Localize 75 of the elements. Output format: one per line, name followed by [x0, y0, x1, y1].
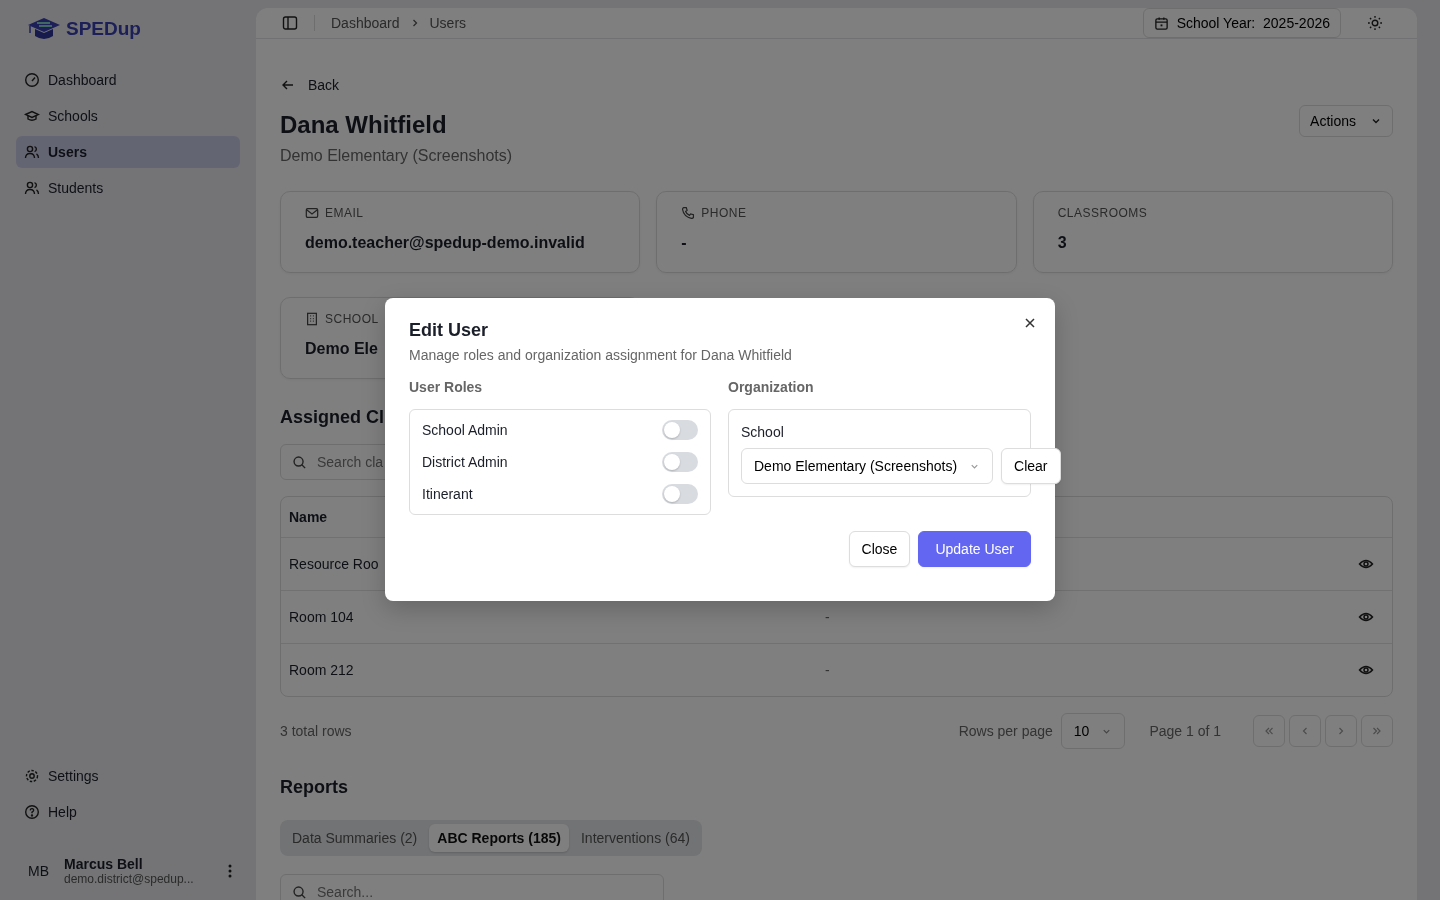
- column-header: Name: [289, 509, 328, 525]
- tab[interactable]: Interventions (64): [572, 824, 698, 852]
- dialog-title: Edit User: [409, 320, 490, 341]
- card-value: 3: [1057, 234, 1067, 252]
- nav-item[interactable]: Schools: [16, 100, 240, 132]
- breadcrumb-link[interactable]: Users: [429, 15, 467, 31]
- mail-icon: [305, 206, 319, 220]
- rows-per-page-select[interactable]: 10: [1060, 713, 1126, 749]
- table-cell: Room 212: [289, 662, 354, 678]
- page-indicator: Page 1 of 1: [1149, 723, 1221, 739]
- rows-per-page-label: Rows per page: [958, 723, 1053, 739]
- nav-item[interactable]: Dashboard: [16, 64, 240, 96]
- logo-text: SPEDup: [66, 18, 141, 40]
- total-rows: 3 total rows: [280, 723, 352, 739]
- search-field[interactable]: Search...: [280, 874, 664, 900]
- card-label: PHONE: [701, 206, 747, 220]
- actions-button[interactable]: Actions: [1299, 105, 1393, 137]
- phone-icon: [681, 206, 696, 220]
- search-icon: [292, 885, 307, 900]
- tab[interactable]: Data Summaries (2): [284, 824, 426, 852]
- dialog-description: Manage roles and organization assignment for Dana Whitfield: [409, 347, 793, 363]
- toggle-switch[interactable]: [662, 484, 698, 504]
- nav-item[interactable]: Users: [16, 136, 240, 168]
- toggle-switch[interactable]: [662, 420, 698, 440]
- field-label: School: [741, 424, 785, 440]
- double-chevron-left-icon: [1263, 725, 1275, 737]
- back-link[interactable]: Back: [280, 77, 340, 93]
- table-cell: -: [825, 609, 830, 625]
- settings-icon: [24, 768, 40, 784]
- page-title: Dana Whitfield: [280, 111, 448, 139]
- table-cell: Resource Roo: [289, 556, 379, 572]
- role-label: School Admin: [422, 422, 508, 438]
- page-subtitle: Demo Elementary (Screenshots): [280, 147, 514, 165]
- card-label: CLASSROOMS: [1057, 206, 1148, 220]
- user-avatar: MB: [28, 863, 50, 879]
- help-icon: [24, 804, 40, 820]
- section-label: Organization: [728, 379, 815, 395]
- card-value: Demo Ele: [305, 340, 378, 358]
- logo-icon: [26, 16, 62, 42]
- search-icon: [292, 455, 307, 470]
- user-email: demo.district@spedup...: [64, 872, 195, 886]
- nav-item[interactable]: Students: [16, 172, 240, 204]
- clear-button[interactable]: Clear: [1001, 448, 1061, 484]
- section-title: Reports: [280, 777, 348, 798]
- role-label: Itinerant: [422, 486, 473, 502]
- user-name: Marcus Bell: [64, 856, 144, 872]
- gauge-icon: [24, 72, 40, 88]
- calendar-icon: [1153, 15, 1169, 31]
- update-user-button[interactable]: Update User: [918, 531, 1031, 567]
- school-year-button[interactable]: School Year: 2025-2026: [1142, 8, 1341, 38]
- toggle-switch[interactable]: [662, 452, 698, 472]
- breadcrumb-link[interactable]: Dashboard: [331, 15, 400, 31]
- close-button[interactable]: Close: [848, 531, 911, 567]
- double-chevron-right-icon: [1371, 725, 1383, 737]
- close-icon[interactable]: [1023, 316, 1037, 330]
- graduation-cap-icon: [24, 108, 40, 124]
- sun-icon[interactable]: [1367, 15, 1383, 31]
- section-title: Assigned Cl: [280, 407, 385, 428]
- tab[interactable]: ABC Reports (185): [429, 824, 569, 852]
- table-cell: Room 104: [289, 609, 354, 625]
- role-label: District Admin: [422, 454, 508, 470]
- sidebar-toggle-icon[interactable]: [282, 15, 298, 31]
- more-icon[interactable]: [228, 864, 232, 878]
- section-label: User Roles: [409, 379, 484, 395]
- building-icon: [305, 312, 319, 326]
- users-icon: [24, 144, 40, 160]
- card-label: SCHOOL: [325, 312, 379, 326]
- school-select[interactable]: Demo Elementary (Screenshots): [741, 448, 994, 484]
- nav-item[interactable]: Help: [16, 796, 240, 828]
- card-label: EMAIL: [325, 206, 364, 220]
- card-value: demo.teacher@spedup-demo.invalid: [305, 234, 585, 252]
- card-value: -: [681, 234, 687, 252]
- table-cell: -: [825, 662, 830, 678]
- nav-item[interactable]: Settings: [16, 760, 240, 792]
- users-icon: [24, 180, 40, 196]
